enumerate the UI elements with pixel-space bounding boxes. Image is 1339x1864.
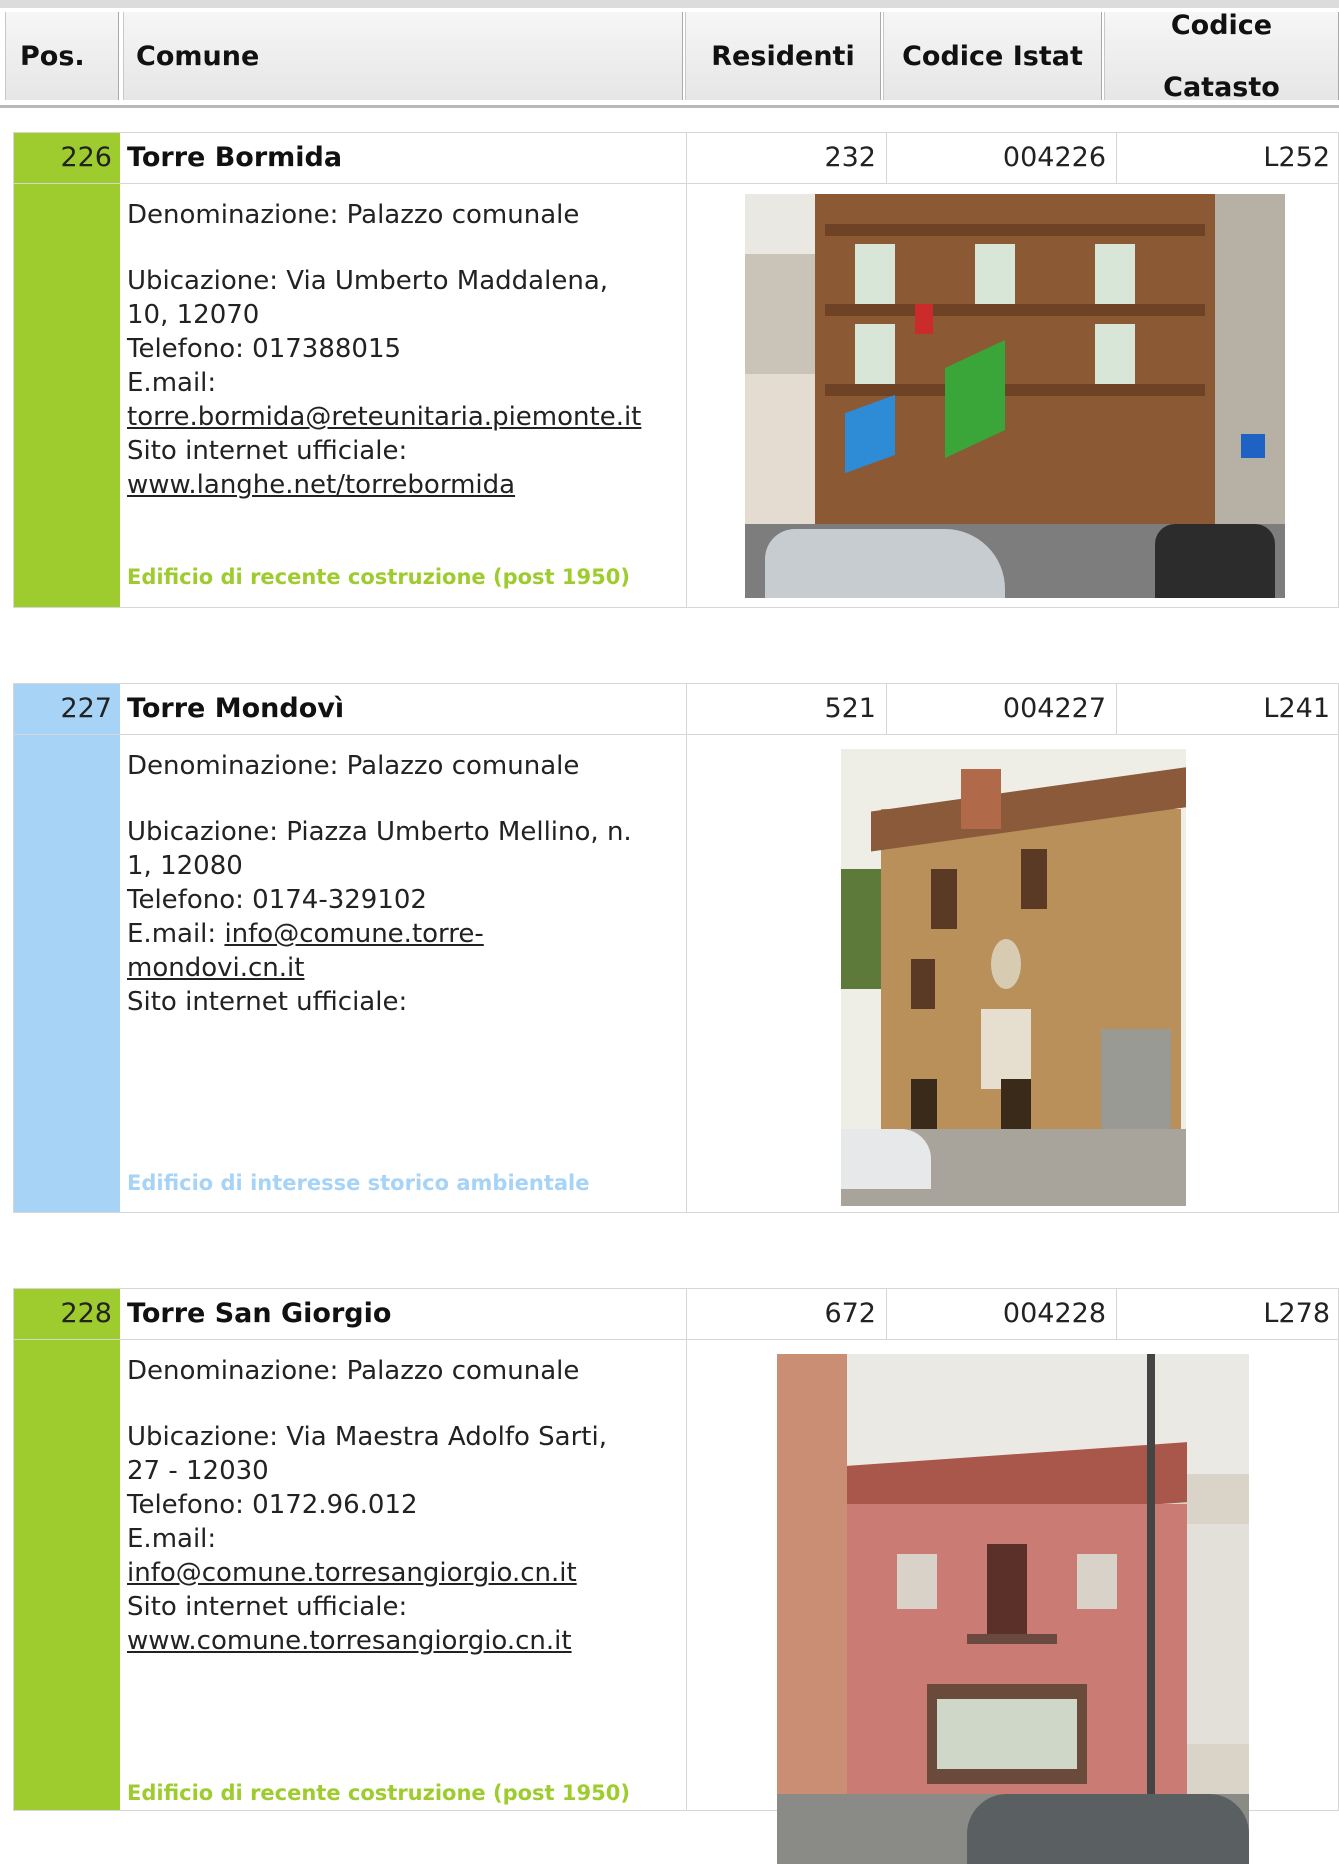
telefono: Telefono: 017388015 bbox=[127, 334, 402, 364]
entry-details: Denominazione: Palazzo comunale Ubicazio… bbox=[13, 735, 1339, 1213]
entry-details: Denominazione: Palazzo comunale Ubicazio… bbox=[13, 1340, 1339, 1864]
header-pos[interactable]: Pos. bbox=[5, 12, 119, 100]
sito-link[interactable]: www.langhe.net/torrebormida bbox=[127, 470, 515, 500]
entry-title-row: 227 Torre Mondovì 521 004227 L241 bbox=[13, 683, 1339, 735]
denominazione: Denominazione: Palazzo comunale bbox=[127, 1356, 580, 1386]
telefono: Telefono: 0174-329102 bbox=[127, 885, 427, 915]
email-label: E.mail: bbox=[127, 368, 217, 398]
email-link-cont[interactable]: mondovi.cn.it bbox=[127, 953, 304, 983]
entry-pos: 227 bbox=[14, 684, 120, 734]
entry-catasto: L241 bbox=[1116, 684, 1339, 734]
email-link[interactable]: info@comune.torresangiorgio.cn.it bbox=[127, 1558, 577, 1588]
entry-pos: 228 bbox=[14, 1289, 120, 1339]
entry-color-bar bbox=[14, 1340, 120, 1810]
denominazione: Denominazione: Palazzo comunale bbox=[127, 200, 580, 230]
comune-entry-228: 228 Torre San Giorgio 672 004228 L278 De… bbox=[13, 1288, 1339, 1864]
email-label: E.mail: bbox=[127, 1524, 217, 1554]
sito-label: Sito internet ufficiale: bbox=[127, 1592, 408, 1622]
town-hall-photo bbox=[841, 749, 1186, 1206]
entry-color-bar bbox=[14, 184, 120, 607]
entry-residenti: 672 bbox=[686, 1289, 886, 1339]
ubicazione-line-1: Ubicazione: Via Umberto Maddalena, bbox=[127, 266, 609, 296]
sito-label: Sito internet ufficiale: bbox=[127, 987, 408, 1017]
header-comune[interactable]: Comune bbox=[123, 12, 683, 100]
entry-title-row: 226 Torre Bormida 232 004226 L252 bbox=[13, 132, 1339, 184]
sito-link[interactable]: www.comune.torresangiorgio.cn.it bbox=[127, 1626, 572, 1656]
entry-istat: 004228 bbox=[886, 1289, 1116, 1339]
ubicazione-line-2: 10, 12070 bbox=[127, 300, 260, 330]
entry-details: Denominazione: Palazzo comunale Ubicazio… bbox=[13, 184, 1339, 608]
entry-name: Torre Mondovì bbox=[127, 693, 345, 724]
building-note: Edificio di recente costruzione (post 19… bbox=[127, 565, 630, 589]
entry-name: Torre San Giorgio bbox=[127, 1298, 392, 1329]
ubicazione-line-1: Ubicazione: Via Maestra Adolfo Sarti, bbox=[127, 1422, 607, 1452]
email-label: E.mail: bbox=[127, 919, 217, 949]
table-header: Pos. Comune Residenti Codice Istat Codic… bbox=[0, 0, 1339, 110]
town-hall-photo bbox=[745, 194, 1285, 598]
town-hall-photo bbox=[777, 1354, 1249, 1864]
entry-pos: 226 bbox=[14, 133, 120, 183]
building-note: Edificio di recente costruzione (post 19… bbox=[127, 1781, 630, 1805]
entry-info: Denominazione: Palazzo comunale Ubicazio… bbox=[127, 749, 687, 1019]
header-residenti[interactable]: Residenti bbox=[685, 12, 881, 100]
header-codice-istat[interactable]: Codice Istat bbox=[883, 12, 1102, 100]
ubicazione-line-2: 27 - 12030 bbox=[127, 1456, 269, 1486]
telefono: Telefono: 0172.96.012 bbox=[127, 1490, 418, 1520]
header-divider bbox=[0, 105, 1339, 108]
entry-name: Torre Bormida bbox=[127, 142, 343, 173]
email-link[interactable]: info@comune.torre- bbox=[224, 919, 483, 949]
comune-entry-227: 227 Torre Mondovì 521 004227 L241 Denomi… bbox=[13, 683, 1339, 1213]
entry-catasto: L252 bbox=[1116, 133, 1339, 183]
entry-istat: 004227 bbox=[886, 684, 1116, 734]
sito-label: Sito internet ufficiale: bbox=[127, 436, 408, 466]
entry-info: Denominazione: Palazzo comunale Ubicazio… bbox=[127, 1354, 687, 1658]
entry-info: Denominazione: Palazzo comunale Ubicazio… bbox=[127, 198, 687, 502]
ubicazione-line-2: 1, 12080 bbox=[127, 851, 243, 881]
header-top-bar bbox=[0, 0, 1339, 8]
header-codice-catasto[interactable]: Codice Catasto bbox=[1104, 10, 1339, 103]
denominazione: Denominazione: Palazzo comunale bbox=[127, 751, 580, 781]
entry-residenti: 232 bbox=[686, 133, 886, 183]
entry-color-bar bbox=[14, 735, 120, 1212]
ubicazione-line-1: Ubicazione: Piazza Umberto Mellino, n. bbox=[127, 817, 632, 847]
comune-entry-226: 226 Torre Bormida 232 004226 L252 Denomi… bbox=[13, 132, 1339, 608]
entry-catasto: L278 bbox=[1116, 1289, 1339, 1339]
entry-title-row: 228 Torre San Giorgio 672 004228 L278 bbox=[13, 1288, 1339, 1340]
entry-istat: 004226 bbox=[886, 133, 1116, 183]
building-note: Edificio di interesse storico ambientale bbox=[127, 1171, 590, 1195]
email-link[interactable]: torre.bormida@reteunitaria.piemonte.it bbox=[127, 402, 641, 432]
entry-residenti: 521 bbox=[686, 684, 886, 734]
